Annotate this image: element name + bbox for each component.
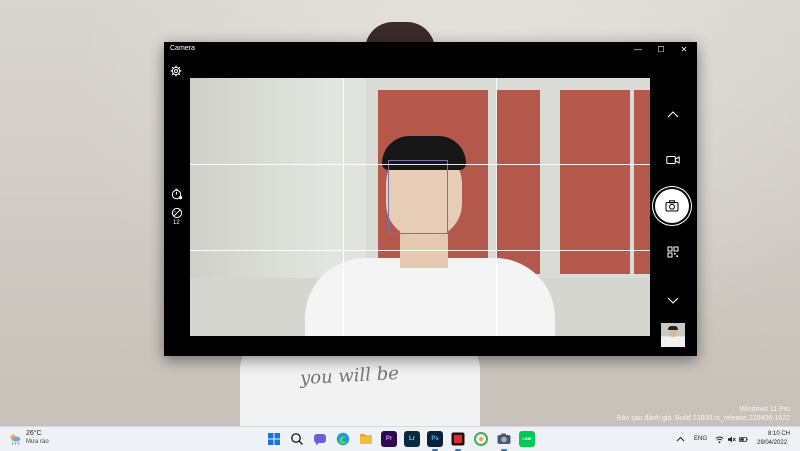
- photoshop-icon[interactable]: Ps: [427, 431, 443, 447]
- battery-icon[interactable]: [739, 435, 748, 444]
- camera-viewfinder[interactable]: [190, 78, 650, 336]
- close-button[interactable]: ✕: [673, 42, 695, 58]
- search-icon[interactable]: [289, 431, 305, 447]
- chat-icon[interactable]: [312, 431, 328, 447]
- language-indicator[interactable]: ENG: [694, 436, 707, 442]
- red-app-icon[interactable]: [450, 431, 466, 447]
- camera-shutter-icon: [665, 200, 679, 212]
- last-photo-thumbnail[interactable]: [661, 323, 685, 347]
- chevron-down-icon[interactable]: [667, 295, 679, 305]
- title-bar[interactable]: Camera — ☐ ✕: [164, 42, 697, 58]
- chevron-up-icon[interactable]: [667, 109, 679, 119]
- lightroom-label: Lr: [409, 436, 415, 442]
- photoshop-label: Ps: [431, 436, 439, 442]
- svg-text:+: +: [174, 210, 176, 214]
- minimize-button[interactable]: —: [627, 42, 649, 58]
- weather-rain-icon[interactable]: [8, 432, 22, 446]
- preview-window-pane: [496, 90, 540, 274]
- taskbar: 26°C Mưa rào Pr Lr Ps LINE ENG 8:10 CH 2…: [0, 426, 800, 451]
- take-photo-button[interactable]: [655, 189, 689, 223]
- clock-time[interactable]: 8:10 CH: [768, 431, 790, 437]
- preview-window-pane: [634, 90, 650, 274]
- window-title: Camera: [170, 45, 195, 52]
- camera-app-icon[interactable]: [496, 431, 512, 447]
- grid-line-vertical: [343, 78, 344, 336]
- premiere-icon[interactable]: Pr: [381, 431, 397, 447]
- maximize-button[interactable]: ☐: [650, 42, 672, 58]
- lightroom-icon[interactable]: Lr: [404, 431, 420, 447]
- timer-icon[interactable]: [171, 188, 183, 200]
- premiere-label: Pr: [385, 436, 393, 442]
- line-app-icon[interactable]: LINE: [519, 431, 535, 447]
- file-explorer-icon[interactable]: [358, 431, 374, 447]
- line-app-label: LINE: [522, 436, 532, 441]
- green-app-icon[interactable]: [473, 431, 489, 447]
- camera-window: Camera — ☐ ✕ + - 12: [164, 42, 697, 356]
- preview-window-pane: [560, 90, 630, 274]
- face-detection-box: [388, 160, 448, 234]
- windows-watermark: Windows 11 Pro Bản sao đánh giá. Build 2…: [617, 405, 790, 423]
- watermark-edition: Windows 11 Pro: [739, 406, 790, 413]
- grid-line-horizontal: [190, 164, 650, 165]
- show-hidden-icons-chevron-icon[interactable]: [676, 435, 685, 444]
- weather-temperature: 26°C: [26, 430, 42, 437]
- weather-description: Mưa rào: [26, 439, 49, 445]
- wifi-icon[interactable]: [715, 435, 724, 444]
- settings-icon[interactable]: [170, 65, 182, 77]
- watermark-build: Bản sao đánh giá. Build 22000.rs_release…: [616, 415, 790, 422]
- video-mode-icon[interactable]: [666, 155, 680, 165]
- thumbnail-hair: [668, 326, 678, 330]
- exposure-icon[interactable]: + -: [171, 207, 183, 219]
- exposure-value: 12: [173, 220, 180, 226]
- grid-line-horizontal: [190, 250, 650, 251]
- clock-date[interactable]: 29/04/2022: [757, 440, 787, 446]
- edge-browser-icon[interactable]: [335, 431, 351, 447]
- qr-scan-icon[interactable]: [667, 246, 679, 258]
- volume-mute-icon[interactable]: [727, 435, 736, 444]
- windows-start-icon[interactable]: [266, 431, 282, 447]
- grid-line-vertical: [496, 78, 497, 336]
